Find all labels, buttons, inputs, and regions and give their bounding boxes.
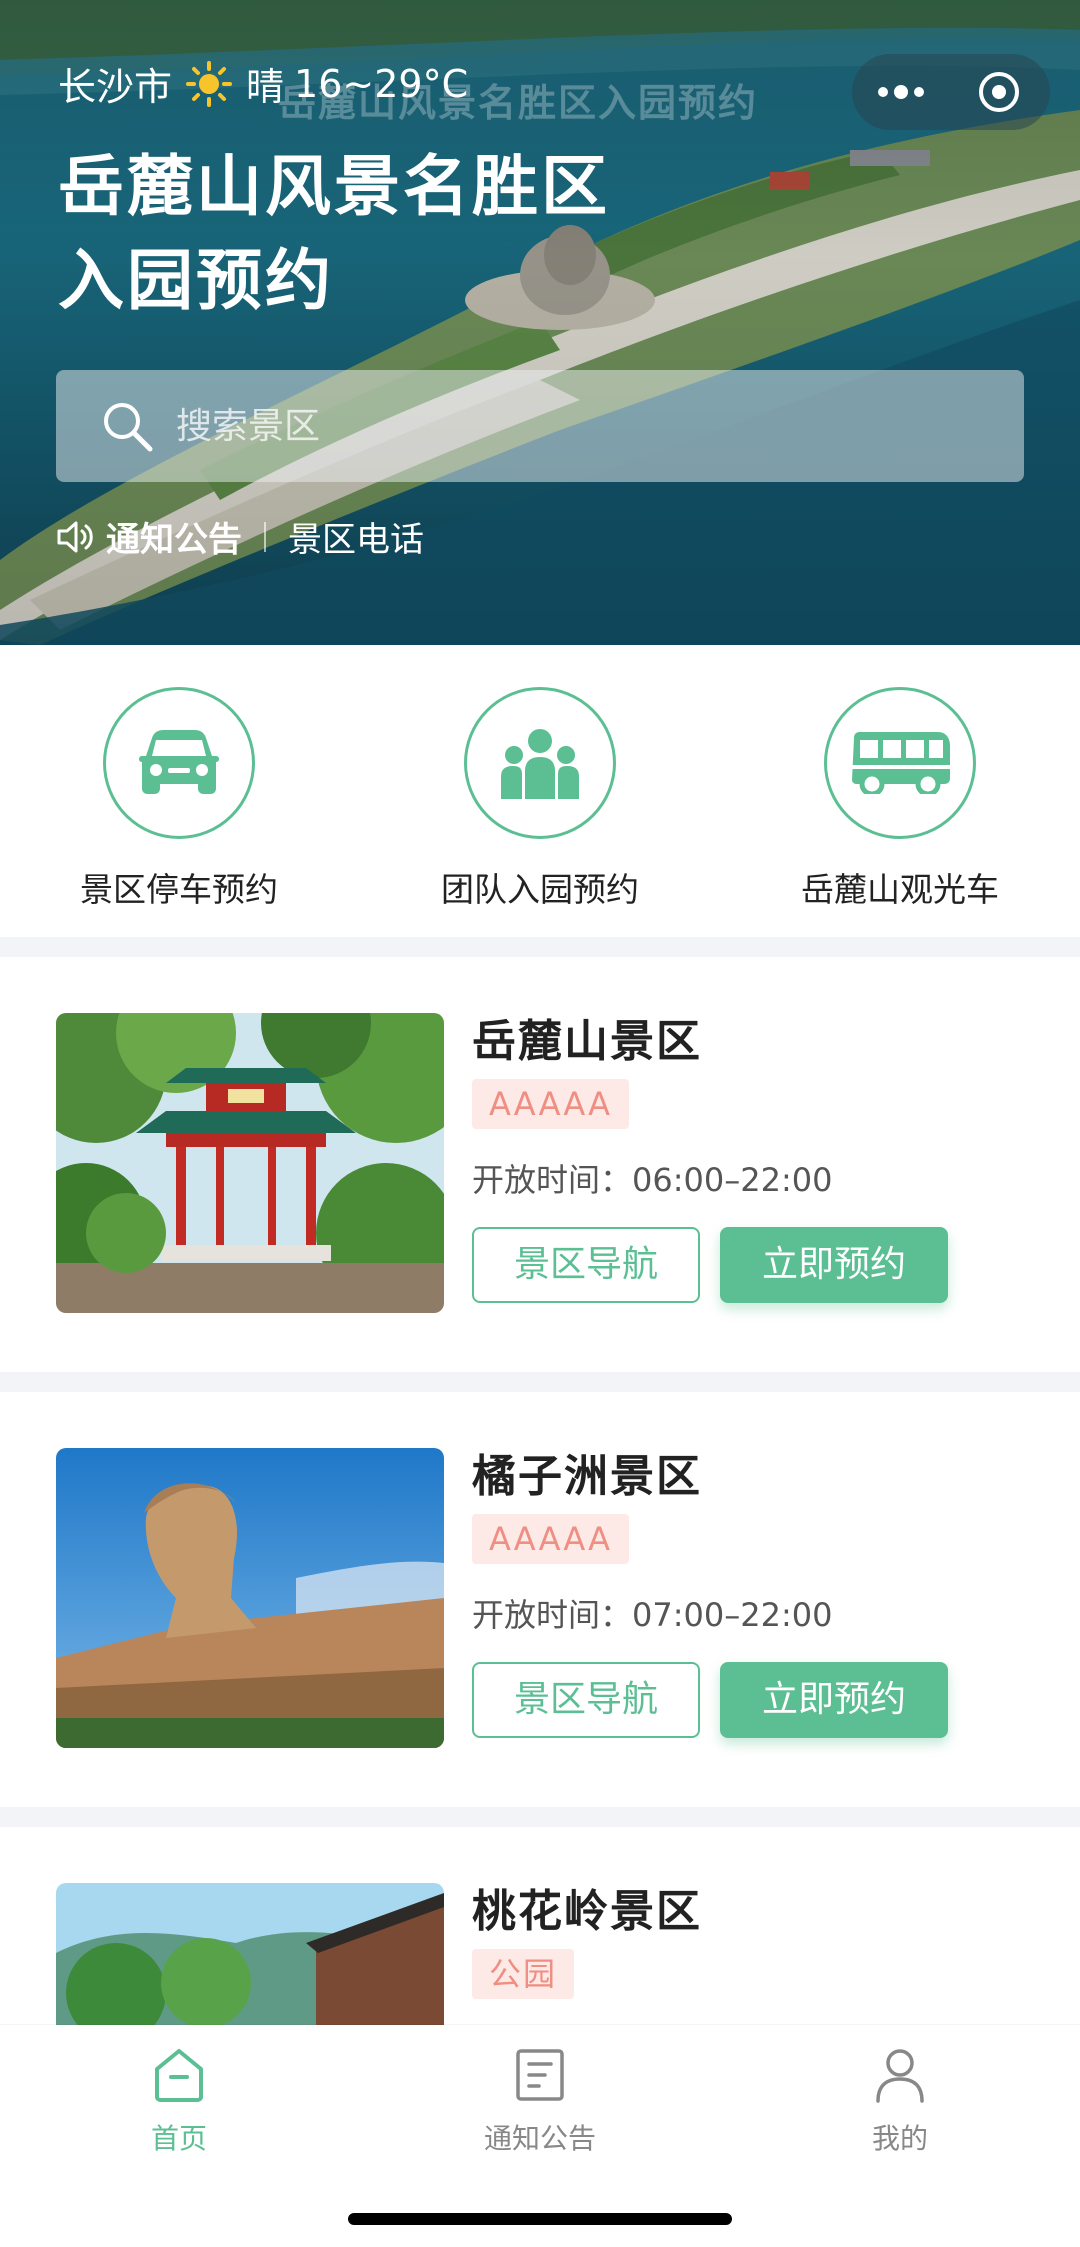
navigate-button[interactable]: 景区导航: [472, 1227, 700, 1303]
tab-profile[interactable]: 我的: [800, 2043, 1000, 2157]
book-now-button[interactable]: 立即预约: [720, 1227, 948, 1303]
statue-image: [56, 1448, 444, 1748]
home-indicator: [348, 2213, 732, 2225]
notice-link[interactable]: 通知公告: [106, 512, 242, 561]
opening-hours: 开放时间：06:00–22:00: [472, 1155, 832, 1201]
scenic-name: 桃花岭景区: [472, 1886, 702, 1937]
tab-home[interactable]: 首页: [79, 2043, 279, 2157]
tab-notices-label: 通知公告: [483, 2122, 596, 2155]
service-parking[interactable]: 景区停车预约: [29, 687, 329, 911]
section-divider: [0, 1372, 1080, 1392]
rating-badge: AAAAA: [472, 1079, 630, 1129]
page-title-line1: 岳麓山风景名胜区: [58, 148, 610, 225]
section-divider: [0, 937, 1080, 957]
notice-icon: [516, 2049, 564, 2101]
home-icon: [155, 2049, 203, 2102]
service-bus[interactable]: 岳麓山观光车: [750, 687, 1050, 911]
search-icon: [104, 403, 153, 452]
scenic-card[interactable]: 岳麓山景区 AAAAA 开放时间：06:00–22:00 景区导航 立即预约: [0, 957, 1080, 1372]
scenic-card[interactable]: 桃花岭景区 公园: [0, 1827, 1080, 2025]
hero-links: 通知公告 景区电话: [56, 512, 424, 561]
scenic-photo-yuelu[interactable]: [56, 1013, 444, 1313]
tab-notices-icon-wrap: [440, 2043, 640, 2107]
tab-notices[interactable]: 通知公告: [440, 2043, 640, 2157]
sun-icon: [186, 60, 233, 107]
opening-hours-label: 开放时间：: [472, 1596, 633, 1634]
tab-home-icon-wrap: [79, 2043, 279, 2107]
scenic-card[interactable]: 橘子洲景区 AAAAA 开放时间：07:00–22:00 景区导航 立即预约: [0, 1392, 1080, 1807]
service-group-circle: [464, 687, 616, 839]
page-title: 岳麓山风景名胜区 入园预约: [58, 140, 610, 328]
pavilion-image: [56, 1013, 444, 1313]
nav-title: 岳麓山风景名胜区入园预约: [278, 81, 759, 125]
service-group-label: 团队入园预约: [441, 870, 639, 909]
car-icon: [139, 730, 219, 794]
search-bar[interactable]: [56, 370, 1024, 482]
mini-program-capsule: [852, 54, 1050, 130]
opening-hours-value: 06:00–22:00: [632, 1161, 833, 1199]
scenic-name: 岳麓山景区: [472, 1016, 702, 1067]
search-input[interactable]: [176, 405, 876, 447]
status-bar: 长沙市 晴 16~29°C 岳麓山风景名胜区入园预约: [0, 50, 1080, 130]
speaker-icon: [57, 521, 93, 552]
section-divider: [0, 1807, 1080, 1827]
scenic-name: 橘子洲景区: [472, 1451, 702, 1502]
rating-badge: AAAAA: [472, 1514, 630, 1564]
service-shortcuts: 景区停车预约 团队入园预约 岳麓山观光车: [0, 645, 1080, 937]
book-now-button[interactable]: 立即预约: [720, 1662, 948, 1738]
divider: [264, 521, 266, 552]
tab-profile-label: 我的: [871, 2122, 928, 2155]
more-dots-icon-right: [914, 87, 924, 97]
opening-hours-label: 开放时间：: [472, 1161, 633, 1199]
more-dots-icon-center: [894, 85, 908, 99]
more-menu-button[interactable]: [852, 54, 950, 130]
page-title-line2: 入园预约: [58, 242, 334, 319]
close-mini-program-button[interactable]: [950, 54, 1048, 130]
service-bus-circle: [824, 687, 976, 839]
service-parking-label: 景区停车预约: [80, 870, 278, 909]
city-label: 长沙市: [58, 65, 173, 109]
hero-banner: 长沙市 晴 16~29°C 岳麓山风景名胜区入园预约 岳麓山风景名胜区 入园预约…: [0, 0, 1080, 645]
group-icon: [501, 729, 579, 799]
phone-link[interactable]: 景区电话: [288, 512, 424, 561]
scenic-photo-juzizhou[interactable]: [56, 1448, 444, 1748]
tab-profile-icon-wrap: [800, 2043, 1000, 2107]
service-bus-label: 岳麓山观光车: [801, 870, 999, 909]
opening-hours-value: 07:00–22:00: [632, 1596, 833, 1634]
service-group[interactable]: 团队入园预约: [390, 687, 690, 911]
service-parking-circle: [103, 687, 255, 839]
scenic-photo-taohualing[interactable]: [56, 1883, 444, 2025]
tab-home-label: 首页: [150, 2122, 207, 2155]
opening-hours: 开放时间：07:00–22:00: [472, 1590, 832, 1636]
user-icon: [876, 2049, 924, 2103]
category-badge: 公园: [472, 1949, 575, 1999]
target-icon: [979, 72, 1019, 112]
navigate-button[interactable]: 景区导航: [472, 1662, 700, 1738]
more-dots-icon: [878, 87, 888, 97]
park-image: [56, 1883, 444, 2025]
bus-icon: [852, 732, 950, 794]
